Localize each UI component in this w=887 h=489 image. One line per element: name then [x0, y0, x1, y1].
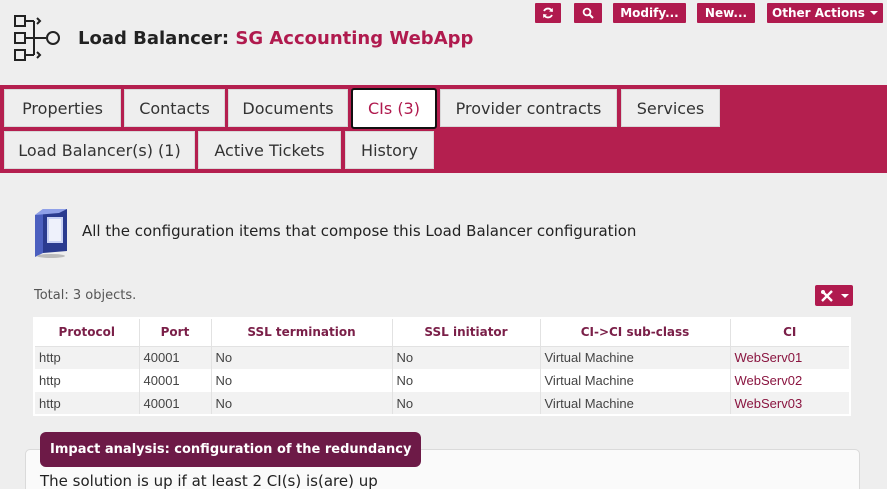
col-header-protocol[interactable]: Protocol	[33, 317, 140, 347]
table-header-row: Protocol Port SSL termination SSL initia…	[33, 317, 851, 347]
tools-icon	[820, 289, 833, 302]
search-button[interactable]	[574, 3, 602, 23]
other-actions-label: Other Actions	[772, 6, 865, 20]
cell-ci-subclass: Virtual Machine	[539, 392, 730, 415]
cell-ci: WebServ01	[729, 346, 850, 369]
tab-services[interactable]: Services	[621, 89, 720, 127]
refresh-button[interactable]	[535, 3, 561, 23]
refresh-icon	[543, 7, 553, 19]
object-name: SG Accounting WebApp	[235, 28, 474, 49]
server-icon	[33, 207, 69, 259]
tab-history[interactable]: History	[345, 131, 434, 169]
cell-protocol: http	[33, 346, 139, 369]
cell-ssl-initiator: No	[391, 346, 540, 369]
tab-contacts[interactable]: Contacts	[124, 89, 225, 127]
table-row: http 40001 No No Virtual Machine WebServ…	[33, 369, 850, 392]
cell-ci-subclass: Virtual Machine	[539, 369, 730, 392]
cell-ci-subclass: Virtual Machine	[539, 346, 730, 369]
object-count: Total: 3 objects.	[34, 288, 137, 303]
col-header-ci-subclass[interactable]: CI->CI sub-class	[539, 317, 731, 347]
page-title-prefix: Load Balancer:	[78, 28, 230, 49]
cell-ci: WebServ03	[729, 392, 850, 415]
col-header-ssl-initiator[interactable]: SSL initiator	[391, 317, 541, 347]
table-row: http 40001 No No Virtual Machine WebServ…	[33, 346, 850, 369]
tab-description: All the configuration items that compose…	[82, 222, 637, 240]
search-icon	[582, 7, 594, 19]
ci-table: Protocol Port SSL termination SSL initia…	[33, 317, 851, 416]
tab-active-tickets[interactable]: Active Tickets	[198, 131, 341, 169]
cell-protocol: http	[33, 392, 139, 415]
modify-button[interactable]: Modify...	[613, 3, 686, 23]
ci-link[interactable]: WebServ02	[735, 373, 803, 388]
cell-port: 40001	[138, 346, 211, 369]
cell-ssl-termination: No	[210, 346, 392, 369]
page-title: Load Balancer: SG Accounting WebApp	[78, 28, 473, 49]
cell-ssl-initiator: No	[391, 369, 540, 392]
col-header-port[interactable]: Port	[138, 317, 212, 347]
ci-link[interactable]: WebServ01	[735, 350, 803, 365]
chevron-down-icon	[869, 11, 878, 15]
new-button[interactable]: New...	[697, 3, 755, 23]
table-row: http 40001 No No Virtual Machine WebServ…	[33, 392, 850, 415]
chevron-down-icon	[840, 293, 849, 298]
cell-ci: WebServ02	[729, 369, 850, 392]
cell-protocol: http	[33, 369, 139, 392]
col-header-ci[interactable]: CI	[729, 317, 851, 347]
table-tools-button[interactable]	[815, 285, 853, 306]
tab-cis[interactable]: CIs (3)	[351, 88, 437, 129]
cell-port: 40001	[138, 369, 211, 392]
ci-link[interactable]: WebServ03	[735, 396, 803, 411]
cell-ssl-termination: No	[210, 369, 392, 392]
tab-load-balancers[interactable]: Load Balancer(s) (1)	[4, 131, 195, 169]
col-header-ssl-termination[interactable]: SSL termination	[210, 317, 393, 347]
tab-provider-contracts[interactable]: Provider contracts	[440, 89, 617, 127]
cell-ssl-initiator: No	[391, 392, 540, 415]
tab-properties[interactable]: Properties	[4, 89, 121, 127]
redundancy-text: The solution is up if at least 2 CI(s) i…	[40, 472, 378, 489]
cell-port: 40001	[138, 392, 211, 415]
other-actions-button[interactable]: Other Actions	[767, 3, 883, 23]
tab-documents[interactable]: Documents	[228, 89, 348, 127]
cell-ssl-termination: No	[210, 392, 392, 415]
load-balancer-icon	[12, 13, 64, 65]
impact-analysis-title: Impact analysis: configuration of the re…	[40, 432, 422, 467]
